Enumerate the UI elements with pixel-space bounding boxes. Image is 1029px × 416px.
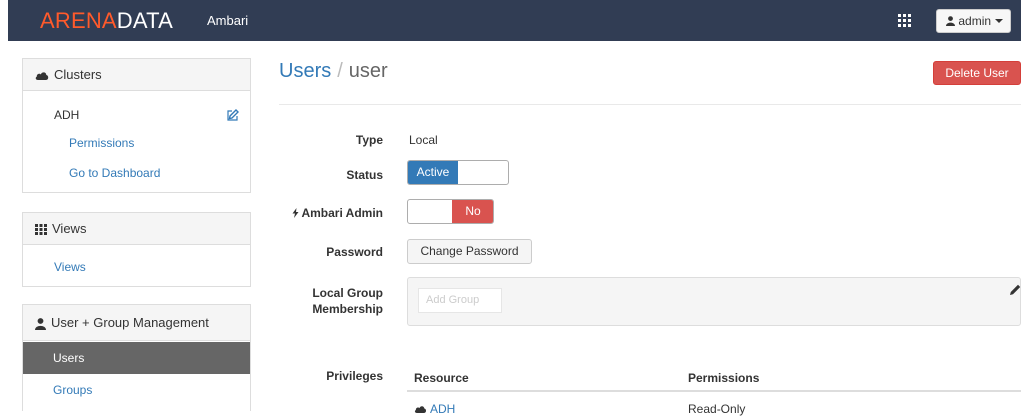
local-group-membership-label: Local Group Membership: [280, 285, 383, 317]
grid-list-icon: [35, 224, 47, 236]
type-value: Local: [409, 133, 438, 147]
privileges-label: Privileges: [326, 369, 383, 383]
user-menu-label: admin: [958, 14, 992, 28]
status-toggle-on: Active: [408, 161, 458, 184]
delete-user-button[interactable]: Delete User: [933, 61, 1021, 85]
user-group-panel: User + Group Management Users Groups: [22, 304, 251, 411]
column-header-resource: Resource: [414, 371, 469, 385]
table-row-permission: Read-Only: [688, 402, 746, 416]
status-toggle[interactable]: Active: [407, 160, 509, 185]
ambari-admin-label-text: Ambari Admin: [301, 206, 383, 220]
grid-icon[interactable]: [898, 14, 911, 27]
chevron-down-icon: [995, 19, 1004, 23]
type-label: Type: [355, 133, 383, 147]
top-navbar: ARENADATA Ambari admin: [8, 0, 1021, 41]
status-label: Status: [346, 168, 383, 182]
ambari-admin-label: Ambari Admin: [272, 206, 383, 220]
user-group-panel-header: User + Group Management: [23, 305, 250, 341]
clusters-panel: Clusters ADH Permissions Go to Dashboard: [22, 58, 251, 193]
change-password-button[interactable]: Change Password: [407, 239, 532, 264]
add-group-input[interactable]: Add Group: [418, 288, 502, 313]
cloud-icon: [414, 406, 427, 413]
breadcrumb-users-link[interactable]: Users: [279, 60, 331, 82]
edit-icon[interactable]: [227, 109, 239, 121]
bolt-icon: [292, 208, 299, 218]
ambari-admin-toggle-off: No: [452, 200, 493, 223]
breadcrumb: Users / user: [279, 60, 388, 83]
views-panel-title: Views: [52, 221, 87, 236]
ambari-admin-toggle[interactable]: No: [407, 199, 494, 224]
brand-logo-part1: ARENA: [40, 8, 117, 33]
clusters-panel-header: Clusters: [23, 59, 250, 91]
sidebar-item-users[interactable]: Users: [23, 342, 250, 374]
views-panel: Views Views: [22, 212, 251, 287]
pencil-icon[interactable]: [1009, 284, 1021, 296]
sidebar-link-permissions[interactable]: Permissions: [69, 136, 134, 150]
app-name: Ambari: [207, 13, 249, 28]
local-group-label-line1: Local Group: [312, 286, 383, 300]
user-icon: [946, 16, 955, 26]
cluster-name[interactable]: ADH: [54, 108, 79, 122]
brand-logo-part2: DATA: [116, 8, 174, 33]
sidebar-link-go-to-dashboard[interactable]: Go to Dashboard: [69, 166, 160, 180]
clusters-panel-title: Clusters: [54, 67, 102, 82]
resource-link[interactable]: ADH: [430, 402, 455, 416]
user-menu-button[interactable]: admin: [936, 9, 1011, 33]
group-membership-box: Add Group: [407, 277, 1021, 326]
cloud-icon: [35, 72, 49, 81]
header-divider: [279, 104, 1021, 105]
user-group-panel-title: User + Group Management: [51, 315, 209, 330]
table-header-divider: [407, 390, 1021, 392]
local-group-label-line2: Membership: [312, 302, 383, 316]
views-panel-header: Views: [23, 213, 250, 245]
brand-logo[interactable]: ARENADATA: [40, 8, 173, 34]
column-header-permissions: Permissions: [688, 371, 760, 385]
breadcrumb-current: user: [348, 60, 388, 82]
breadcrumb-separator: /: [337, 60, 343, 82]
sidebar-item-groups[interactable]: Groups: [53, 383, 92, 397]
password-label: Password: [326, 245, 383, 259]
table-row-resource[interactable]: ADH: [414, 402, 455, 416]
user-icon: [35, 317, 46, 330]
sidebar-link-views[interactable]: Views: [54, 260, 86, 274]
